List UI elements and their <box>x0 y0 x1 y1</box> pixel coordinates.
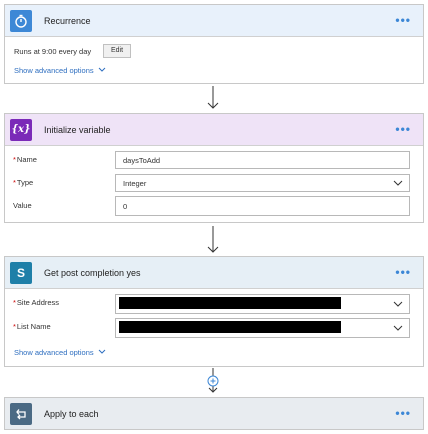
sharepoint-icon-text: S <box>16 265 25 280</box>
timer-icon <box>10 9 32 32</box>
initialize-variable-card: {x} Initialize variable ••• *Name daysTo… <box>4 113 424 223</box>
loop-icon <box>10 402 32 425</box>
get-post-more-button[interactable]: ••• <box>395 266 411 278</box>
value-field[interactable]: 0 <box>115 196 410 216</box>
name-value: daysToAdd <box>123 156 161 165</box>
recurrence-card: Recurrence ••• Runs at 9:00 every day Ed… <box>4 4 424 84</box>
name-label: *Name <box>13 155 37 164</box>
redacted-value <box>119 321 341 333</box>
site-address-row: *Site Address <box>5 294 423 314</box>
apply-to-each-title: Apply to each <box>44 408 99 419</box>
chevron-down-icon <box>393 325 403 331</box>
redacted-value <box>119 297 341 309</box>
recurrence-title: Recurrence <box>44 15 91 26</box>
chevron-down-icon <box>393 180 403 186</box>
recurrence-header[interactable]: Recurrence ••• <box>5 5 423 37</box>
value-label: Value <box>13 201 32 210</box>
flow-arrow-icon <box>207 86 219 109</box>
get-post-card: S Get post completion yes ••• *Site Addr… <box>4 256 424 367</box>
apply-to-each-header[interactable]: Apply to each ••• <box>5 398 423 429</box>
name-field[interactable]: daysToAdd <box>115 151 410 169</box>
value-value: 0 <box>123 202 128 211</box>
chevron-down-icon <box>98 349 106 354</box>
sharepoint-icon: S <box>10 261 32 284</box>
list-name-select[interactable] <box>115 318 410 338</box>
apply-to-each-card: Apply to each ••• <box>4 397 424 430</box>
insert-step-button[interactable] <box>207 375 219 387</box>
get-post-title: Get post completion yes <box>44 267 141 278</box>
type-label: *Type <box>13 178 34 187</box>
chevron-down-icon <box>98 67 106 72</box>
recurrence-edit-button[interactable]: Edit <box>103 44 131 58</box>
list-name-row: *List Name <box>5 318 423 338</box>
recurrence-more-button[interactable]: ••• <box>395 14 411 26</box>
site-address-select[interactable] <box>115 294 410 314</box>
chevron-down-icon <box>393 301 403 307</box>
recurrence-advanced-link[interactable]: Show advanced options <box>14 66 106 75</box>
get-post-advanced-label: Show advanced options <box>14 348 94 357</box>
apply-to-each-more-button[interactable]: ••• <box>395 407 411 419</box>
site-address-label: *Site Address <box>13 298 60 307</box>
get-post-header[interactable]: S Get post completion yes ••• <box>5 257 423 289</box>
type-row: *Type Integer <box>5 174 423 192</box>
flow-arrow-icon <box>207 226 219 253</box>
recurrence-advanced-label: Show advanced options <box>14 66 94 75</box>
get-post-advanced-link[interactable]: Show advanced options <box>14 348 106 357</box>
initialize-variable-header[interactable]: {x} Initialize variable ••• <box>5 114 423 146</box>
variable-icon-text: {x} <box>11 124 31 135</box>
recurrence-summary: Runs at 9:00 every day <box>14 47 92 56</box>
initialize-variable-more-button[interactable]: ••• <box>395 123 411 135</box>
variable-icon: {x} <box>10 118 32 141</box>
type-select[interactable]: Integer <box>115 174 410 192</box>
list-name-label: *List Name <box>13 322 51 331</box>
type-value: Integer <box>123 179 147 188</box>
name-row: *Name daysToAdd <box>5 151 423 169</box>
value-row: Value 0 <box>5 196 423 216</box>
initialize-variable-title: Initialize variable <box>44 124 111 135</box>
